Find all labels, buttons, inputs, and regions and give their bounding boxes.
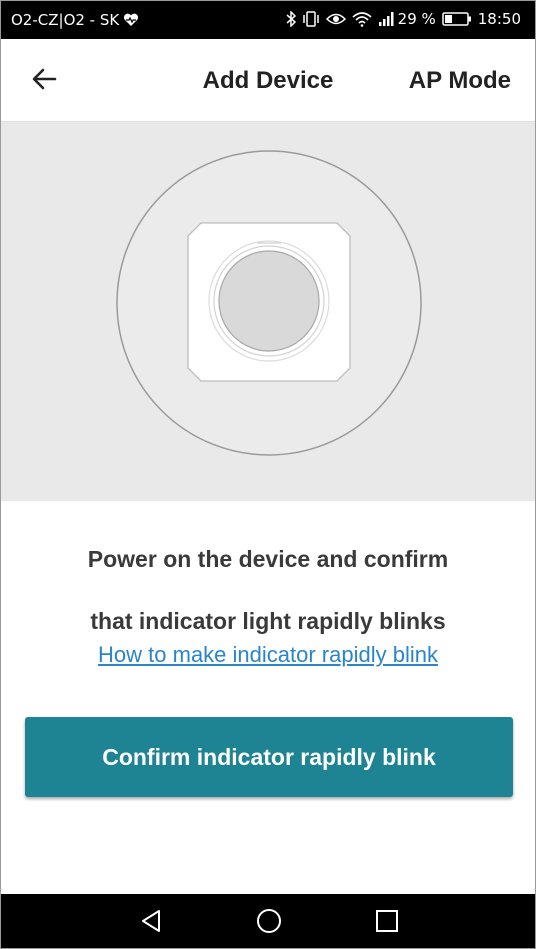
heart-icon (123, 13, 139, 27)
app-bar: Add Device AP Mode (1, 39, 535, 122)
signal-icon (378, 11, 396, 27)
status-right: 29 % 18:50 (286, 10, 521, 28)
bluetooth-icon (286, 11, 296, 27)
ap-mode-button[interactable]: AP Mode (409, 67, 511, 95)
wifi-icon (352, 11, 372, 27)
instruction-line-2: that indicator light rapidly blinks (90, 608, 446, 634)
smart-plug-device-icon (116, 150, 422, 456)
nav-home-icon (257, 909, 281, 933)
help-link[interactable]: How to make indicator rapidly blink (1, 642, 535, 668)
signal-battery-group: 29 % (378, 10, 436, 28)
confirm-button-label: Confirm indicator rapidly blink (102, 743, 436, 770)
nav-home-button[interactable] (255, 907, 283, 935)
instruction-line-1: Power on the device and confirm (87, 546, 449, 572)
nav-back-button[interactable] (138, 907, 166, 935)
carrier-label: O2-CZ|O2 - SK (11, 11, 120, 29)
eye-icon (325, 12, 346, 26)
battery-icon (442, 12, 472, 26)
nav-back-icon (142, 910, 160, 932)
vibrate-icon (302, 11, 320, 27)
phone-screen: O2-CZ|O2 - SK 29 % 18:50 Add Device AP M… (0, 0, 536, 949)
navigation-bar (1, 894, 535, 948)
battery-percent: 29 % (397, 10, 436, 28)
status-bar: O2-CZ|O2 - SK 29 % 18:50 (1, 1, 535, 39)
nav-recents-button[interactable] (373, 907, 401, 935)
nav-recents-icon (376, 910, 398, 932)
confirm-blink-button[interactable]: Confirm indicator rapidly blink (25, 717, 513, 797)
device-illustration (1, 122, 535, 501)
status-left: O2-CZ|O2 - SK (11, 11, 139, 29)
clock: 18:50 (477, 10, 521, 28)
